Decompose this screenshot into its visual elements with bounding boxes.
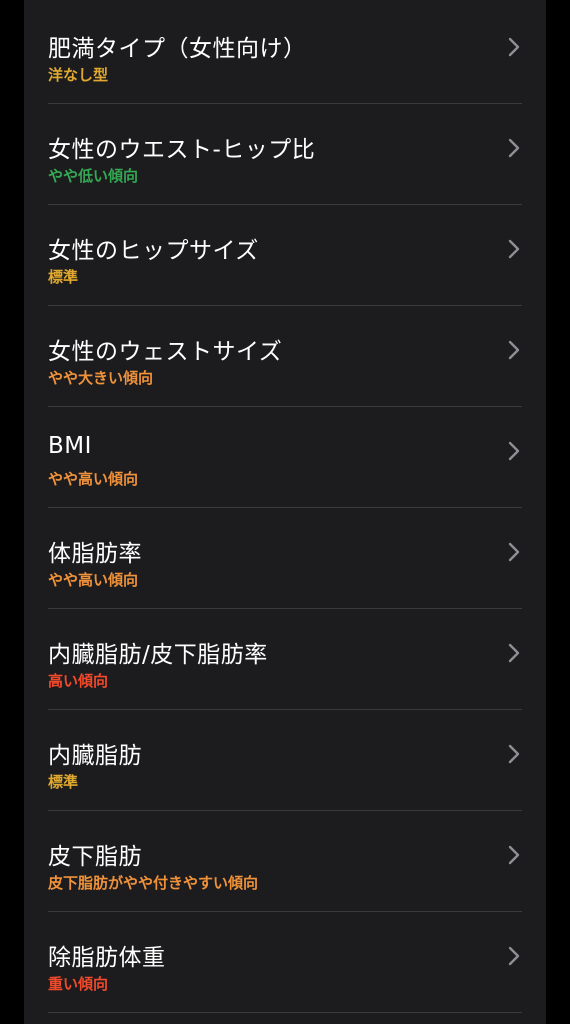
row-status: 標準	[48, 268, 79, 286]
row-status: やや大きい傾向	[48, 369, 154, 387]
row-title: 内臓脂肪	[48, 743, 142, 769]
chevron-right-icon	[508, 845, 520, 865]
row-title: BMI	[48, 433, 92, 459]
row-title: 女性のウエスト-ヒップ比	[48, 137, 316, 163]
chevron-right-icon	[508, 37, 520, 57]
row-title: 体脂肪率	[48, 541, 142, 567]
list-item[interactable]: 女性のヒップサイズ 標準	[48, 205, 522, 306]
row-status: やや高い傾向	[48, 571, 139, 589]
chevron-right-icon	[508, 643, 520, 663]
row-title: 女性のヒップサイズ	[48, 238, 259, 264]
list-item[interactable]: 肥満タイプ（女性向け） 洋なし型	[48, 3, 522, 104]
row-title: 皮下脂肪	[48, 844, 142, 870]
chevron-right-icon	[508, 138, 520, 158]
chevron-right-icon	[508, 744, 520, 764]
row-status: 高い傾向	[48, 672, 109, 690]
chevron-right-icon	[508, 946, 520, 966]
chevron-right-icon	[508, 441, 520, 461]
list-item[interactable]: BMI やや高い傾向	[48, 407, 522, 508]
row-title: 内臓脂肪/皮下脂肪率	[48, 642, 268, 668]
list-item[interactable]: 女性のウェストサイズ やや大きい傾向	[48, 306, 522, 407]
row-title: 除脂肪体重	[48, 945, 166, 971]
list-item[interactable]: 体脂肪率 やや高い傾向	[48, 508, 522, 609]
chevron-right-icon	[508, 239, 520, 259]
list-item[interactable]: 内臓脂肪 標準	[48, 710, 522, 811]
row-status: 重い傾向	[48, 975, 109, 993]
metrics-list: 肥満タイプ（女性向け） 洋なし型 女性のウエスト-ヒップ比 やや低い傾向 女性の…	[24, 3, 546, 1013]
list-item[interactable]: 女性のウエスト-ヒップ比 やや低い傾向	[48, 104, 522, 205]
list-item[interactable]: 内臓脂肪/皮下脂肪率 高い傾向	[48, 609, 522, 710]
row-status: やや高い傾向	[48, 470, 139, 488]
chevron-right-icon	[508, 340, 520, 360]
list-item[interactable]: 除脂肪体重 重い傾向	[48, 912, 522, 1013]
row-status: 洋なし型	[48, 66, 109, 84]
chevron-right-icon	[508, 542, 520, 562]
list-item[interactable]: 皮下脂肪 皮下脂肪がやや付きやすい傾向	[48, 811, 522, 912]
metrics-panel: 肥満タイプ（女性向け） 洋なし型 女性のウエスト-ヒップ比 やや低い傾向 女性の…	[24, 0, 546, 1024]
row-status: 皮下脂肪がやや付きやすい傾向	[48, 874, 259, 892]
row-title: 女性のウェストサイズ	[48, 339, 283, 365]
row-status: 標準	[48, 773, 79, 791]
screen: 肥満タイプ（女性向け） 洋なし型 女性のウエスト-ヒップ比 やや低い傾向 女性の…	[0, 0, 570, 1024]
row-status: やや低い傾向	[48, 167, 139, 185]
row-title: 肥満タイプ（女性向け）	[48, 36, 307, 62]
